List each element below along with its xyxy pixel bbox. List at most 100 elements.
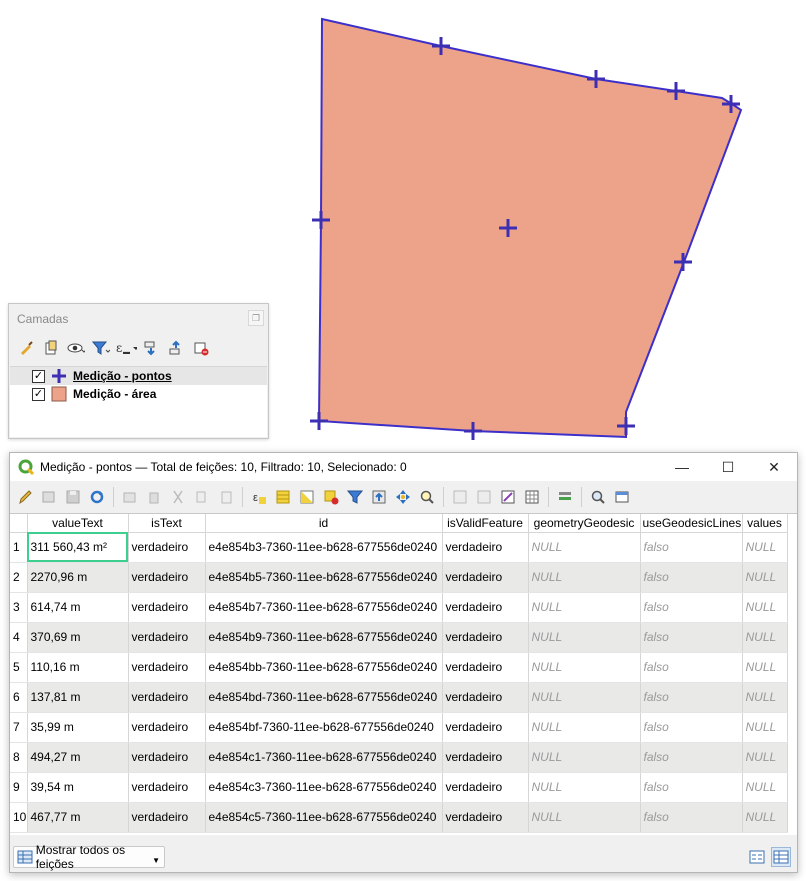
table-cell[interactable]: verdadeiro <box>128 712 206 743</box>
table-cell[interactable]: NULL <box>528 772 641 803</box>
table-cell[interactable]: NULL <box>742 532 788 563</box>
table-cell[interactable]: verdadeiro <box>128 532 206 563</box>
table-cell[interactable]: 311 560,43 m² <box>27 532 129 563</box>
copy-icon[interactable] <box>191 486 213 508</box>
table-row[interactable]: 4 370,69 m verdadeiro e4e854b9-7360-11ee-b6… <box>10 622 788 653</box>
table-cell[interactable]: verdadeiro <box>128 802 206 833</box>
table-row[interactable]: 8 494,27 m verdadeiro e4e854c1-7360-11ee-b6… <box>10 742 788 773</box>
filter-selection-icon[interactable] <box>344 486 366 508</box>
table-cell[interactable]: 35,99 m <box>27 712 129 743</box>
table-cell[interactable]: falso <box>640 652 743 683</box>
column-header[interactable]: isValidFeature <box>442 514 529 533</box>
visibility-eye-icon[interactable] <box>65 337 87 359</box>
actions-icon[interactable] <box>554 486 576 508</box>
reload-icon[interactable] <box>86 486 108 508</box>
table-cell[interactable]: verdadeiro <box>442 682 529 713</box>
table-cell[interactable]: e4e854bd-7360-11ee-b628-677556de0240 <box>205 682 443 713</box>
table-cell[interactable]: verdadeiro <box>128 622 206 653</box>
table-cell[interactable]: e4e854c3-7360-11ee-b628-677556de0240 <box>205 772 443 803</box>
table-cell[interactable]: verdadeiro <box>128 742 206 773</box>
form-view-icon[interactable] <box>747 847 767 867</box>
multi-edit-icon[interactable] <box>38 486 60 508</box>
column-header[interactable]: useGeodesicLines <box>640 514 743 533</box>
table-cell[interactable]: e4e854b5-7360-11ee-b628-677556de0240 <box>205 562 443 593</box>
row-number[interactable]: 3 <box>10 592 28 623</box>
table-cell[interactable]: verdadeiro <box>442 592 529 623</box>
table-cell[interactable]: falso <box>640 562 743 593</box>
table-cell[interactable]: verdadeiro <box>128 772 206 803</box>
show-features-dropdown[interactable]: Mostrar todos os feições ▼ <box>13 843 165 871</box>
corner-header[interactable] <box>10 514 28 533</box>
toggle-editing-icon[interactable] <box>14 486 36 508</box>
layer-visibility-checkbox[interactable]: ✓ <box>32 369 45 383</box>
table-cell[interactable]: NULL <box>528 712 641 743</box>
delete-field-icon[interactable] <box>473 486 495 508</box>
table-row[interactable]: 9 39,54 m verdadeiro e4e854c3-7360-11ee-b62… <box>10 772 788 803</box>
select-by-expression-icon[interactable]: ε <box>248 486 270 508</box>
dock-icon[interactable] <box>611 486 633 508</box>
layer-item-area[interactable]: ✓ Medição - área <box>10 385 267 403</box>
delete-feature-icon[interactable] <box>143 486 165 508</box>
table-cell[interactable]: NULL <box>742 682 788 713</box>
table-cell[interactable]: NULL <box>528 562 641 593</box>
panel-float-icon[interactable]: ❐ <box>248 310 264 326</box>
column-header[interactable]: valueText <box>27 514 129 533</box>
add-group-icon[interactable] <box>40 337 62 359</box>
table-cell[interactable]: 370,69 m <box>27 622 129 653</box>
table-cell[interactable]: NULL <box>528 652 641 683</box>
table-cell[interactable]: falso <box>640 592 743 623</box>
table-cell[interactable]: falso <box>640 622 743 653</box>
zoom-map-icon[interactable] <box>416 486 438 508</box>
table-cell[interactable]: NULL <box>528 682 641 713</box>
attribute-table[interactable]: valueText isText id isValidFeature geome… <box>10 513 797 835</box>
maximize-icon[interactable]: ☐ <box>705 453 751 481</box>
table-row[interactable]: 6 137,81 m verdadeiro e4e854bd-7360-11ee-b6… <box>10 682 788 713</box>
table-cell[interactable]: verdadeiro <box>442 562 529 593</box>
table-cell[interactable]: verdadeiro <box>442 652 529 683</box>
table-cell[interactable]: verdadeiro <box>128 652 206 683</box>
table-cell[interactable]: falso <box>640 742 743 773</box>
collapse-all-icon[interactable] <box>165 337 187 359</box>
table-cell[interactable]: verdadeiro <box>442 802 529 833</box>
table-cell[interactable]: verdadeiro <box>128 682 206 713</box>
row-number[interactable]: 8 <box>10 742 28 773</box>
field-calculator-icon[interactable] <box>497 486 519 508</box>
minimize-icon[interactable]: — <box>659 453 705 481</box>
column-header[interactable]: isText <box>128 514 206 533</box>
identify-icon[interactable] <box>587 486 609 508</box>
table-cell[interactable]: 467,77 m <box>27 802 129 833</box>
table-cell[interactable]: 137,81 m <box>27 682 129 713</box>
row-number[interactable]: 9 <box>10 772 28 803</box>
table-row[interactable]: 10 467,77 m verdadeiro e4e854c5-7360-11ee-b… <box>10 802 788 833</box>
table-cell[interactable]: 110,16 m <box>27 652 129 683</box>
table-cell[interactable]: NULL <box>742 742 788 773</box>
row-number[interactable]: 5 <box>10 652 28 683</box>
table-cell[interactable]: verdadeiro <box>128 562 206 593</box>
table-cell[interactable]: 494,27 m <box>27 742 129 773</box>
conditional-formatting-icon[interactable] <box>521 486 543 508</box>
table-cell[interactable]: NULL <box>742 712 788 743</box>
table-row[interactable]: 1 311 560,43 m² verdadeiro e4e854b3-7360-11… <box>10 532 788 563</box>
column-header[interactable]: values <box>742 514 788 533</box>
table-cell[interactable]: falso <box>640 772 743 803</box>
remove-layer-icon[interactable] <box>190 337 212 359</box>
row-number[interactable]: 10 <box>10 802 28 833</box>
table-cell[interactable]: NULL <box>742 652 788 683</box>
table-cell[interactable]: NULL <box>528 592 641 623</box>
table-cell[interactable]: verdadeiro <box>442 772 529 803</box>
row-number[interactable]: 1 <box>10 532 28 563</box>
table-cell[interactable]: e4e854b7-7360-11ee-b628-677556de0240 <box>205 592 443 623</box>
layer-visibility-checkbox[interactable]: ✓ <box>32 387 45 401</box>
pan-map-icon[interactable] <box>392 486 414 508</box>
column-header[interactable]: geometryGeodesic <box>528 514 641 533</box>
invert-selection-icon[interactable] <box>296 486 318 508</box>
layer-item-points[interactable]: ✓ Medição - pontos <box>10 367 267 385</box>
table-cell[interactable]: e4e854bb-7360-11ee-b628-677556de0240 <box>205 652 443 683</box>
table-cell[interactable]: NULL <box>528 802 641 833</box>
filter-legend-icon[interactable] <box>90 337 112 359</box>
select-all-icon[interactable] <box>272 486 294 508</box>
cut-icon[interactable] <box>167 486 189 508</box>
close-icon[interactable]: ✕ <box>751 453 797 481</box>
table-row[interactable]: 3 614,74 m verdadeiro e4e854b7-7360-11ee-b6… <box>10 592 788 623</box>
area-polygon[interactable] <box>317 17 743 439</box>
